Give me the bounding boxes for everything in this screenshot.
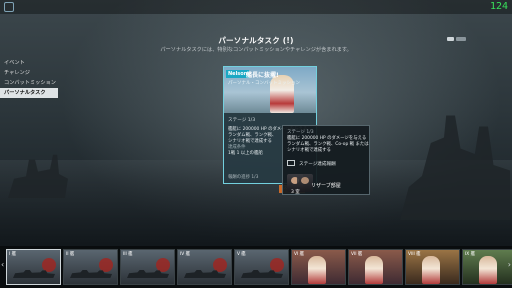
nation-flag-icon bbox=[42, 258, 56, 272]
ship-card-artwork bbox=[422, 256, 440, 284]
ship-card[interactable]: I 艦 bbox=[6, 249, 61, 285]
nation-flag-icon bbox=[270, 258, 284, 272]
sidebar-item-events[interactable]: イベント bbox=[0, 58, 58, 68]
carousel-right-arrow[interactable]: › bbox=[508, 260, 511, 269]
ship-card-name: II 艦 bbox=[66, 252, 75, 257]
ship-card-name: VII 艦 bbox=[351, 252, 363, 257]
ship-card-name: I 艦 bbox=[9, 252, 16, 257]
top-bar: 124 bbox=[0, 0, 512, 14]
ship-card-artwork bbox=[479, 256, 497, 284]
ship-carousel: ‹ I 艦 II 艦 III 艦 IV 艦 V 艦 VI 艦 VII 艦 VIII 艦 IX 艦… bbox=[0, 246, 512, 288]
list-view-icon[interactable] bbox=[456, 37, 466, 41]
fps-counter: 124 bbox=[489, 1, 508, 12]
ship-card-name: VIII 艦 bbox=[408, 252, 421, 257]
ship-card[interactable]: VI 艦 bbox=[291, 249, 346, 285]
ship-card[interactable]: VII 艦 bbox=[348, 249, 403, 285]
task-stage: ステージ 1/3 bbox=[228, 118, 256, 123]
task-subtitle: パーソナル・コンバットミッション bbox=[228, 81, 300, 86]
tooltip-reserve-label: リザーブ部屋 bbox=[311, 183, 341, 189]
ship-card-name: III 艦 bbox=[123, 252, 133, 257]
task-card-image: Nelson 艦長に抜擢! パーソナル・コンバットミッション bbox=[224, 67, 316, 113]
sidebar-item-challenges[interactable]: チャレンジ bbox=[0, 68, 58, 78]
tooltip-stage: ステージ 1/3 bbox=[287, 130, 314, 135]
page-title: パーソナルタスク (!) bbox=[218, 36, 294, 45]
view-toggle[interactable] bbox=[447, 37, 466, 41]
nation-flag-icon bbox=[99, 258, 113, 272]
tooltip-reserve-quantity: 3 室 bbox=[291, 190, 300, 195]
tooltip-reward-label: ステージ達成報酬 bbox=[299, 162, 336, 167]
stage-tooltip: ステージ 1/3 艦艇に 200000 HP のダメージを与える ランダム戦、ラ… bbox=[282, 125, 370, 195]
ship-card-list: I 艦 II 艦 III 艦 IV 艦 V 艦 VI 艦 VII 艦 VIII 艦 IX 艦 bbox=[6, 249, 512, 285]
ship-card-name: IX 艦 bbox=[465, 252, 475, 257]
tooltip-objective: 艦艇に 200000 HP のダメージを与える ランダム戦、ランク戦、Co-op… bbox=[287, 136, 369, 153]
ship-card[interactable]: V 艦 bbox=[234, 249, 289, 285]
ship-card-name: V 艦 bbox=[237, 252, 246, 257]
reward-chest-icon bbox=[287, 160, 295, 166]
ship-card[interactable]: IX 艦 bbox=[462, 249, 512, 285]
ship-card[interactable]: III 艦 bbox=[120, 249, 175, 285]
nation-flag-icon bbox=[213, 258, 227, 272]
grid-view-icon[interactable] bbox=[447, 37, 454, 41]
carousel-left-arrow[interactable]: ‹ bbox=[1, 260, 4, 269]
page-subtitle: パーソナルタスクには、特別なコンパットミッションやチャレンジが含まれます。 bbox=[160, 47, 352, 53]
nation-flag-icon bbox=[156, 258, 170, 272]
ship-card-artwork bbox=[308, 256, 326, 284]
ship-card[interactable]: VIII 艦 bbox=[405, 249, 460, 285]
ship-card-name: IV 艦 bbox=[180, 252, 190, 257]
sidebar-item-combat-missions[interactable]: コンバットミッション bbox=[0, 78, 58, 88]
task-title: 艦長に抜擢! bbox=[246, 72, 279, 79]
sidebar-item-personal-tasks[interactable]: パーソナルタスク bbox=[0, 88, 58, 98]
ship-card-artwork bbox=[365, 256, 383, 284]
ship-card-name: VI 艦 bbox=[294, 252, 304, 257]
ship-card[interactable]: II 艦 bbox=[63, 249, 118, 285]
task-progress: 報酬の進捗 1/3 bbox=[228, 175, 259, 180]
ship-card[interactable]: IV 艦 bbox=[177, 249, 232, 285]
sidebar: イベント チャレンジ コンバットミッション パーソナルタスク bbox=[0, 58, 58, 98]
ship-wheel-icon[interactable] bbox=[4, 2, 14, 12]
